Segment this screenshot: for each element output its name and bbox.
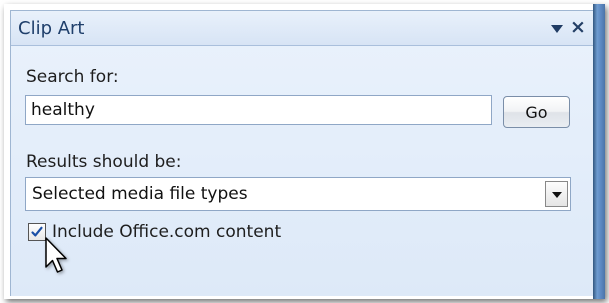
pane-options-chevron-down-icon[interactable]: [551, 25, 563, 33]
clip-art-window: Clip Art × Search for: Go Results should…: [4, 4, 605, 299]
task-pane-title-bar: Clip Art ×: [11, 11, 594, 46]
checkmark-icon: [31, 226, 43, 237]
results-type-select[interactable]: Selected media file types: [25, 177, 571, 211]
include-office-com-label: Include Office.com content: [52, 222, 282, 242]
close-pane-button[interactable]: ×: [569, 17, 587, 37]
search-input[interactable]: [25, 95, 492, 125]
results-should-be-label: Results should be:: [26, 152, 182, 172]
search-for-label: Search for:: [26, 67, 119, 87]
selected-media-type-value: Selected media file types: [32, 184, 248, 204]
mouse-pointer-icon: [45, 237, 67, 273]
clip-art-task-pane: Clip Art × Search for: Go Results should…: [10, 10, 594, 296]
task-pane-title: Clip Art: [18, 18, 85, 39]
window-edge: [593, 4, 605, 299]
select-dropdown-arrow-icon[interactable]: [545, 181, 568, 207]
go-button[interactable]: Go: [503, 96, 570, 128]
